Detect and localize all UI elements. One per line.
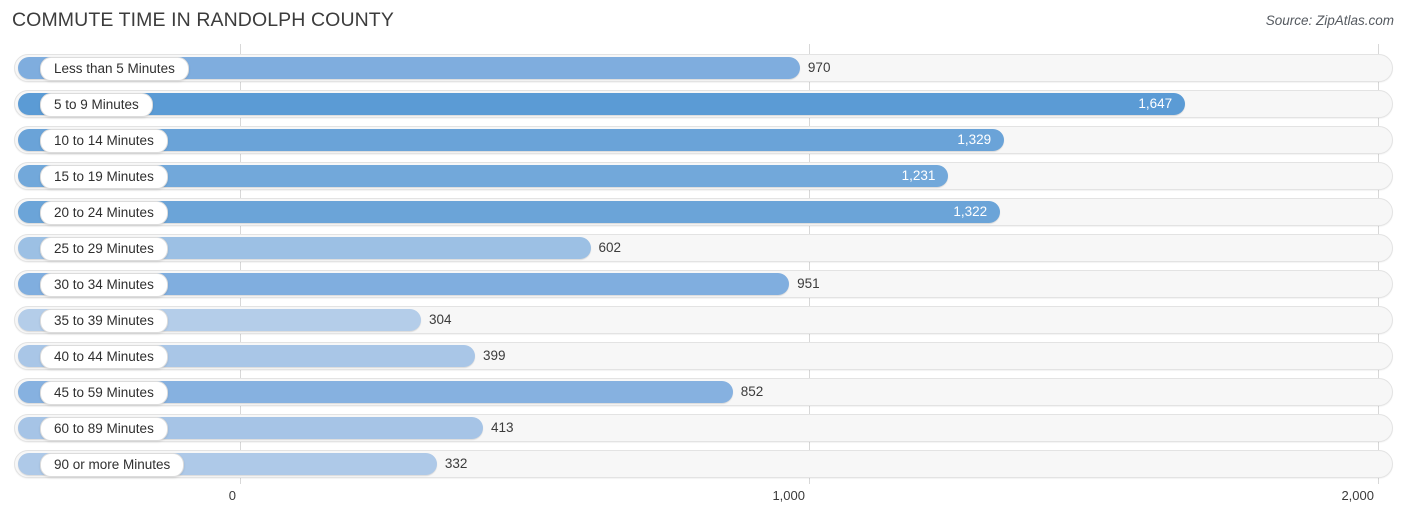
bar-value-label: 1,322 bbox=[953, 204, 988, 219]
bar-category-label: 15 to 19 Minutes bbox=[40, 165, 168, 189]
bar-category-label: 45 to 59 Minutes bbox=[40, 381, 168, 405]
bar-category-label: 90 or more Minutes bbox=[40, 453, 185, 477]
source-attribution: Source: ZipAtlas.com bbox=[1265, 13, 1394, 28]
bar[interactable] bbox=[18, 93, 1186, 115]
bar-row[interactable]: 20 to 24 Minutes 1,322 bbox=[14, 198, 1393, 226]
bar-row[interactable]: 90 or more Minutes 332 bbox=[14, 450, 1393, 478]
bar-row[interactable]: 60 to 89 Minutes 413 bbox=[14, 414, 1393, 442]
bar-value-label: 1,329 bbox=[957, 132, 992, 147]
bar-category-label: 35 to 39 Minutes bbox=[40, 309, 168, 333]
bar-row[interactable]: 10 to 14 Minutes 1,329 bbox=[14, 126, 1393, 154]
x-axis: 0 1,000 2,000 bbox=[0, 484, 1406, 522]
x-axis-tick-label: 0 bbox=[228, 488, 236, 503]
bar-row[interactable]: 45 to 59 Minutes 852 bbox=[14, 378, 1393, 406]
bar-value-label: 852 bbox=[740, 384, 764, 399]
bar-category-label: 5 to 9 Minutes bbox=[40, 93, 153, 117]
bar-row[interactable]: 35 to 39 Minutes 304 bbox=[14, 306, 1393, 334]
bar-value-label: 1,647 bbox=[1138, 96, 1173, 111]
bar-value-label: 399 bbox=[483, 348, 506, 363]
chart-plot-area: Less than 5 Minutes 970 5 to 9 Minutes 1,64… bbox=[0, 44, 1406, 484]
x-axis-tick-label: 2,000 bbox=[1341, 488, 1374, 503]
bar-value-label: 1,231 bbox=[901, 168, 936, 183]
bar-row[interactable]: Less than 5 Minutes 970 bbox=[14, 54, 1393, 82]
bar-row[interactable]: 5 to 9 Minutes 1,647 bbox=[14, 90, 1393, 118]
bar-value-label: 970 bbox=[807, 60, 831, 75]
bar-category-label: 30 to 34 Minutes bbox=[40, 273, 168, 297]
bar-category-label: 25 to 29 Minutes bbox=[40, 237, 168, 261]
bar-row[interactable]: 25 to 29 Minutes 602 bbox=[14, 234, 1393, 262]
bar-category-label: 10 to 14 Minutes bbox=[40, 129, 168, 153]
x-axis-tick-label: 1,000 bbox=[772, 488, 805, 503]
bar-category-label: 60 to 89 Minutes bbox=[40, 417, 168, 441]
bar-row[interactable]: 30 to 34 Minutes 951 bbox=[14, 270, 1393, 298]
bar-category-label: Less than 5 Minutes bbox=[40, 57, 189, 81]
bar-value-label: 413 bbox=[490, 420, 514, 435]
bar-value-label: 304 bbox=[428, 312, 452, 327]
bar-row[interactable]: 40 to 44 Minutes 399 bbox=[14, 342, 1393, 370]
chart-header: COMMUTE TIME IN RANDOLPH COUNTY Source: … bbox=[0, 0, 1406, 44]
bar-row[interactable]: 15 to 19 Minutes 1,231 bbox=[14, 162, 1393, 190]
bar-value-label: 951 bbox=[797, 276, 820, 291]
bar-value-label: 332 bbox=[444, 456, 468, 471]
bar-category-label: 40 to 44 Minutes bbox=[40, 345, 168, 369]
bar-value-label: 602 bbox=[598, 240, 622, 255]
bar-category-label: 20 to 24 Minutes bbox=[40, 201, 168, 225]
page-title: COMMUTE TIME IN RANDOLPH COUNTY bbox=[12, 9, 394, 31]
